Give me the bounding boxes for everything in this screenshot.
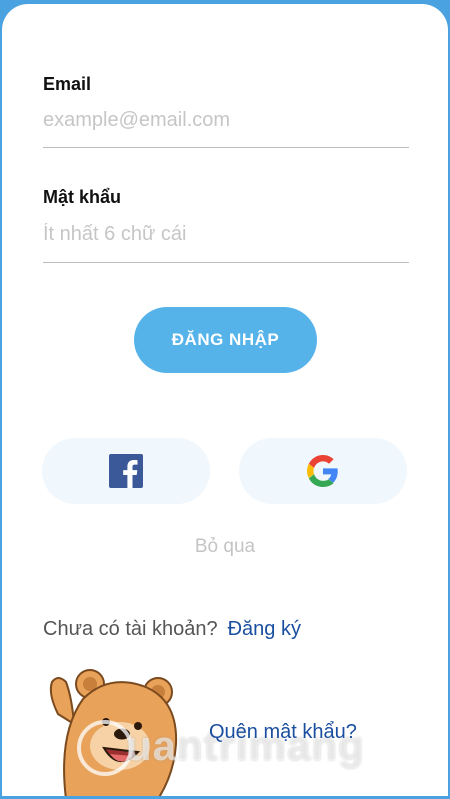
facebook-login-button[interactable]	[42, 438, 210, 504]
login-card: Email Mật khẩu ĐĂNG NHẬP Bỏ qua Chưa có …	[2, 4, 448, 796]
email-label: Email	[43, 74, 92, 94]
email-underline	[43, 147, 409, 148]
password-label: Mật khẩu	[43, 187, 122, 207]
password-underline	[43, 262, 409, 263]
facebook-icon	[109, 454, 143, 488]
signup-link[interactable]: Đăng ký	[228, 618, 301, 640]
email-field[interactable]	[43, 104, 409, 136]
google-icon	[307, 455, 338, 487]
forgot-password-link[interactable]: Quên mật khẩu?	[209, 721, 357, 744]
password-field[interactable]	[43, 218, 409, 250]
login-button[interactable]: ĐĂNG NHẬP	[134, 307, 317, 373]
signup-row: Chưa có tài khoản? Đăng ký	[43, 618, 301, 641]
signup-prompt: Chưa có tài khoản?	[43, 618, 218, 640]
skip-link[interactable]: Bỏ qua	[2, 536, 448, 558]
google-login-button[interactable]	[239, 438, 407, 504]
